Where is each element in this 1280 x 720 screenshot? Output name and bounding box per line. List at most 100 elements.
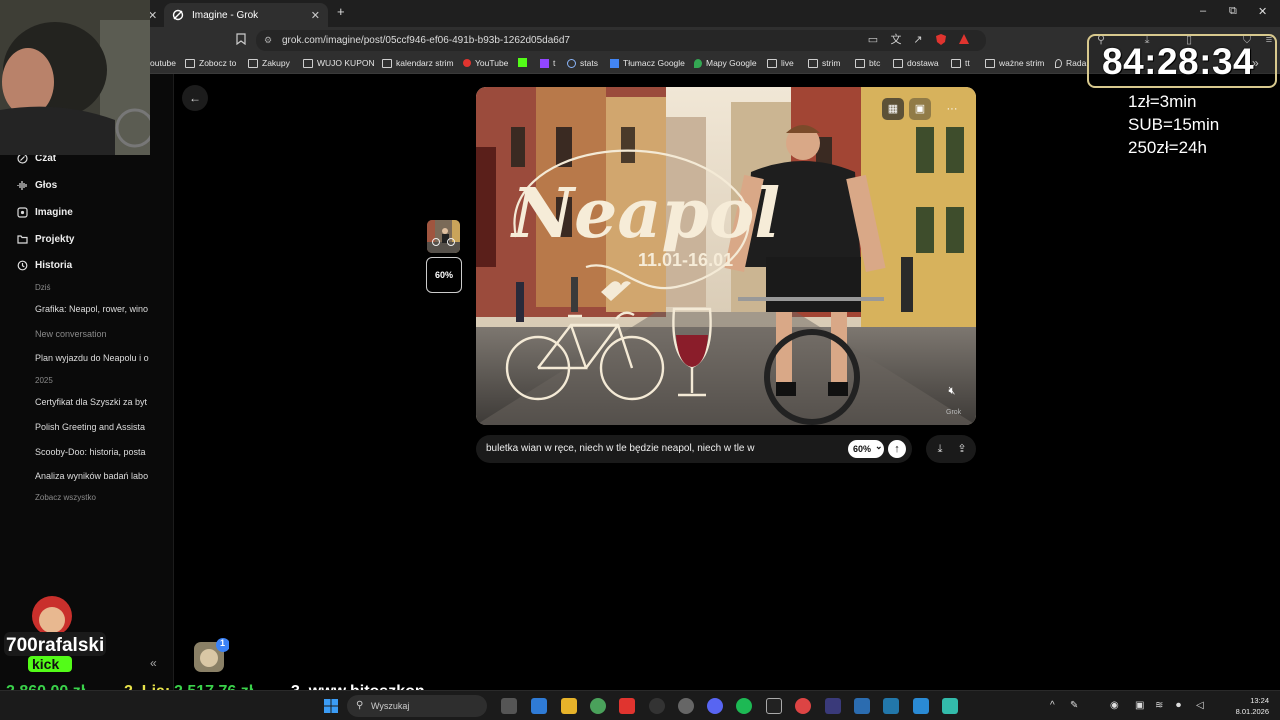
bookmark-icon[interactable] bbox=[234, 33, 248, 47]
bookmark-strim[interactable]: strim bbox=[808, 58, 840, 68]
prompt-input[interactable]: buletka wian w ręce, niech w tle będzie … bbox=[476, 435, 912, 463]
brave-shield-icon[interactable] bbox=[934, 33, 948, 47]
bookmark-zobocz-to[interactable]: Zobocz to bbox=[185, 58, 236, 68]
pen-icon[interactable]: ✎ bbox=[1070, 700, 1078, 711]
taskbar-clock[interactable]: 13:24 8.01.2026 bbox=[1231, 695, 1269, 717]
bookmark-zakupy[interactable]: Zakupy bbox=[248, 58, 290, 68]
bookmark-wujo-kupon[interactable]: WUJO KUPON bbox=[303, 58, 375, 68]
translate-icon[interactable]: 文 bbox=[889, 33, 903, 47]
history-item[interactable]: Certyfikat dla Szyszki za byt bbox=[35, 397, 155, 407]
history-item[interactable]: Polish Greeting and Assista bbox=[35, 422, 155, 432]
cast-icon[interactable]: ▭ bbox=[866, 33, 880, 47]
app-icon[interactable] bbox=[854, 698, 870, 714]
spotify-icon[interactable] bbox=[736, 698, 752, 714]
microphone-icon[interactable]: ⏺ bbox=[1176, 700, 1181, 711]
app-icon[interactable] bbox=[678, 698, 694, 714]
app-icon[interactable] bbox=[942, 698, 958, 714]
prompt-text[interactable]: buletka wian w ręce, niech w tle będzie … bbox=[486, 443, 754, 454]
history-item[interactable]: New conversation bbox=[35, 329, 155, 339]
history-item[interactable]: Analiza wyników badań labo bbox=[35, 471, 155, 481]
stats-icon bbox=[567, 58, 576, 68]
new-tab-button[interactable]: + bbox=[337, 4, 345, 19]
bookmark-kalendarz-strim[interactable]: kalendarz strim bbox=[382, 58, 454, 68]
sidebar-item-glos[interactable]: Głos bbox=[17, 180, 57, 191]
download-icon[interactable]: ⤓ bbox=[932, 441, 948, 457]
folder-icon bbox=[382, 58, 392, 68]
app-icon[interactable] bbox=[913, 698, 929, 714]
bookmark-rada[interactable]: Rada bbox=[1055, 58, 1086, 68]
obs-icon[interactable] bbox=[649, 698, 665, 714]
steam-icon[interactable]: ◉ bbox=[1110, 700, 1119, 711]
rate-line: 250zł=24h bbox=[1128, 138, 1207, 157]
bookmark-btc[interactable]: btc bbox=[855, 58, 880, 68]
strength-dropdown[interactable]: 60% ⌄ bbox=[848, 440, 884, 458]
bookmark-live[interactable]: live bbox=[767, 58, 794, 68]
app-icon[interactable] bbox=[766, 698, 782, 714]
bookmark-youtube-partial[interactable]: outube bbox=[150, 58, 176, 68]
history-item[interactable]: Grafika: Neapol, rower, wino bbox=[35, 304, 155, 314]
bookmark-wazne-strim[interactable]: ważne strim bbox=[985, 58, 1044, 68]
app-icon[interactable] bbox=[795, 698, 811, 714]
discord-icon[interactable] bbox=[707, 698, 723, 714]
task-view-icon[interactable] bbox=[501, 698, 517, 714]
share-icon[interactable]: ⇪ bbox=[954, 441, 970, 457]
rate-line: 1zł=3min bbox=[1128, 92, 1197, 111]
image-title-text: Neapol bbox=[510, 174, 780, 254]
widgets-icon[interactable] bbox=[531, 698, 547, 714]
see-all-link[interactable]: Zobacz wszystko bbox=[35, 493, 96, 502]
bookmark-stats[interactable]: stats bbox=[567, 58, 598, 68]
bookmark-tt[interactable]: tt bbox=[951, 58, 970, 68]
history-group-today: Dziś bbox=[35, 283, 51, 292]
wifi-icon[interactable]: ≋ bbox=[1155, 700, 1163, 711]
taskbar-search[interactable]: ⚲ Wyszukaj bbox=[347, 695, 487, 717]
bookmark-tlumacz-google[interactable]: Tłumacz Google bbox=[610, 58, 685, 68]
tab-imagine-grok[interactable]: Imagine - Grok ✕ bbox=[164, 3, 328, 27]
back-button[interactable]: ← bbox=[182, 85, 208, 111]
grok-page: Czat Głos Imagine Projekty Historia Dziś… bbox=[0, 74, 1280, 690]
restore-button[interactable]: ⧉ bbox=[1229, 5, 1237, 18]
app-icon[interactable] bbox=[825, 698, 841, 714]
chrome-icon[interactable] bbox=[590, 698, 606, 714]
windows-start-icon[interactable] bbox=[323, 698, 339, 714]
video-mode-button[interactable]: ▦ bbox=[882, 98, 904, 120]
site-info-icon[interactable]: ⚙ bbox=[264, 30, 272, 51]
windows-taskbar: ⚲ Wyszukaj ^ ✎ ◉ ▣ ≋ ⏺ ◁ 13:24 8.01.2026 bbox=[0, 690, 1280, 720]
generation-progress-card[interactable]: 60% bbox=[426, 257, 462, 293]
history-item[interactable]: Scooby-Doo: historia, posta bbox=[35, 447, 155, 457]
bookmark-twitch[interactable]: t bbox=[540, 58, 555, 68]
notepad-icon[interactable] bbox=[883, 698, 899, 714]
share-icon[interactable]: ↗ bbox=[911, 33, 925, 47]
bookmark-youtube[interactable]: YouTube bbox=[463, 58, 508, 68]
brave-icon[interactable] bbox=[619, 698, 635, 714]
mute-button[interactable]: 🔇︎ bbox=[941, 380, 963, 402]
image-mode-button[interactable]: ▣ bbox=[909, 98, 931, 120]
bookmark-mapy-google[interactable]: Mapy Google bbox=[694, 58, 757, 68]
send-button[interactable]: ↑ bbox=[888, 440, 906, 458]
minimize-button[interactable]: – bbox=[1200, 5, 1206, 17]
nvidia-icon[interactable]: ▣ bbox=[1135, 700, 1144, 711]
close-window-button[interactable]: ✕ bbox=[1258, 5, 1267, 18]
image-dates-text: 11.01-16.01 bbox=[638, 250, 733, 270]
sidebar-item-historia[interactable]: Historia bbox=[17, 260, 72, 271]
bookmark-dostawa[interactable]: dostawa bbox=[893, 58, 939, 68]
maps-icon bbox=[694, 58, 702, 68]
user-avatar[interactable]: 1 bbox=[193, 638, 230, 674]
url-text: grok.com/imagine/post/05ccf946-ef06-491b… bbox=[282, 35, 570, 46]
more-options-button[interactable]: ··· bbox=[941, 98, 963, 120]
video-thumbnail[interactable] bbox=[427, 220, 460, 253]
history-item[interactable]: Plan wyjazdu do Neapolu i o bbox=[35, 353, 155, 363]
sidebar-item-imagine[interactable]: Imagine bbox=[17, 207, 73, 218]
history-group-2025: 2025 bbox=[35, 376, 53, 385]
file-explorer-icon[interactable] bbox=[561, 698, 577, 714]
tray-chevron-icon[interactable]: ^ bbox=[1050, 700, 1055, 711]
speaker-icon[interactable]: ◁ bbox=[1196, 700, 1204, 711]
bookmark-kick[interactable] bbox=[518, 58, 531, 67]
generated-image[interactable]: Neapol 11.01-16.01 ▦ ▣ ··· 🔇︎ Grok bbox=[476, 87, 976, 425]
close-icon[interactable]: ✕ bbox=[311, 9, 320, 22]
folder-icon bbox=[17, 234, 28, 245]
sidebar-item-projekty[interactable]: Projekty bbox=[17, 234, 74, 245]
timer-text: 84:28:34 bbox=[1102, 41, 1255, 82]
brave-rewards-icon[interactable] bbox=[957, 33, 971, 47]
collapse-sidebar-button[interactable]: « bbox=[150, 656, 157, 670]
streamer-logo: 700rafalski kick bbox=[0, 594, 110, 676]
